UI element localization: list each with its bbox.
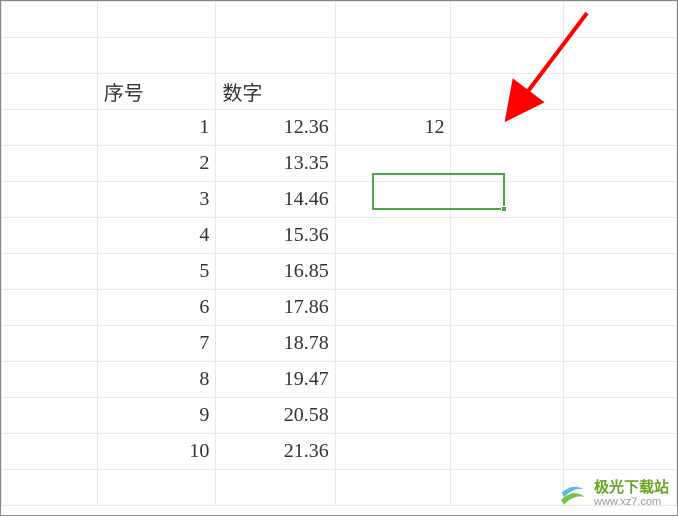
cell[interactable] <box>564 362 677 398</box>
cell-seq[interactable]: 7 <box>97 326 216 362</box>
cell[interactable] <box>564 2 677 38</box>
cell[interactable] <box>564 110 677 146</box>
cell[interactable] <box>564 74 677 110</box>
cell[interactable] <box>2 146 98 182</box>
cell[interactable] <box>97 2 216 38</box>
cell[interactable] <box>451 290 564 326</box>
cell[interactable] <box>564 326 677 362</box>
spreadsheet-grid[interactable]: 序号数字112.3612 213.35314.46415.36516.85617.… <box>1 1 677 506</box>
cell[interactable] <box>451 74 564 110</box>
cell-seq[interactable]: 5 <box>97 254 216 290</box>
cell[interactable] <box>2 362 98 398</box>
cell-seq[interactable]: 2 <box>97 146 216 182</box>
cell[interactable] <box>2 110 98 146</box>
cell[interactable] <box>335 146 451 182</box>
cell[interactable] <box>451 398 564 434</box>
cell-seq[interactable]: 1 <box>97 110 216 146</box>
cell[interactable] <box>97 38 216 74</box>
cell[interactable] <box>451 182 564 218</box>
cell[interactable] <box>2 398 98 434</box>
cell[interactable] <box>335 254 451 290</box>
cell-seq[interactable]: 10 <box>97 434 216 470</box>
cell[interactable] <box>564 398 677 434</box>
cell-seq[interactable]: 4 <box>97 218 216 254</box>
watermark: 极光下载站 www.xz7.com <box>558 479 669 509</box>
header-seq[interactable]: 序号 <box>97 74 216 110</box>
cell[interactable] <box>335 398 451 434</box>
cell[interactable] <box>451 362 564 398</box>
cell[interactable] <box>335 470 451 506</box>
cell[interactable] <box>97 470 216 506</box>
cell-val[interactable]: 13.35 <box>216 146 335 182</box>
cell[interactable] <box>564 254 677 290</box>
cell[interactable] <box>564 434 677 470</box>
cell[interactable] <box>335 218 451 254</box>
cell-val[interactable]: 14.46 <box>216 182 335 218</box>
watermark-logo-icon <box>558 479 588 509</box>
cell[interactable] <box>335 434 451 470</box>
cell-seq[interactable]: 9 <box>97 398 216 434</box>
cell[interactable] <box>216 2 335 38</box>
cell[interactable] <box>2 38 98 74</box>
cell[interactable] <box>2 182 98 218</box>
cell[interactable] <box>2 434 98 470</box>
cell[interactable] <box>451 470 564 506</box>
cell[interactable] <box>2 74 98 110</box>
cell[interactable] <box>451 434 564 470</box>
cell[interactable] <box>451 38 564 74</box>
cell[interactable] <box>335 326 451 362</box>
cell[interactable] <box>451 2 564 38</box>
cell[interactable] <box>2 290 98 326</box>
cell[interactable] <box>451 218 564 254</box>
cell[interactable] <box>564 182 677 218</box>
cell[interactable] <box>564 146 677 182</box>
cell-seq[interactable]: 6 <box>97 290 216 326</box>
cell-extra[interactable]: 12 <box>335 110 451 146</box>
cell[interactable] <box>564 38 677 74</box>
cell[interactable] <box>335 74 451 110</box>
cell-val[interactable]: 20.58 <box>216 398 335 434</box>
cell[interactable] <box>2 2 98 38</box>
cell[interactable] <box>2 218 98 254</box>
cell[interactable] <box>2 326 98 362</box>
cell[interactable] <box>451 254 564 290</box>
cell[interactable] <box>451 146 564 182</box>
cell[interactable] <box>335 2 451 38</box>
cell[interactable] <box>335 182 451 218</box>
cell-val[interactable]: 21.36 <box>216 434 335 470</box>
cell[interactable] <box>216 470 335 506</box>
cell-val[interactable]: 18.78 <box>216 326 335 362</box>
cell-val[interactable]: 17.86 <box>216 290 335 326</box>
cell[interactable] <box>2 470 98 506</box>
watermark-title: 极光下载站 <box>594 480 669 497</box>
cell-val[interactable]: 16.85 <box>216 254 335 290</box>
cell-val[interactable]: 19.47 <box>216 362 335 398</box>
cell[interactable] <box>335 38 451 74</box>
cell-val[interactable]: 15.36 <box>216 218 335 254</box>
watermark-url: www.xz7.com <box>594 496 669 508</box>
cell[interactable] <box>216 38 335 74</box>
cell[interactable] <box>451 110 564 146</box>
header-val[interactable]: 数字 <box>216 74 335 110</box>
cell[interactable] <box>564 290 677 326</box>
cell[interactable] <box>335 290 451 326</box>
cell[interactable] <box>564 218 677 254</box>
cell-seq[interactable]: 3 <box>97 182 216 218</box>
cell[interactable] <box>335 362 451 398</box>
cell[interactable] <box>2 254 98 290</box>
cell-seq[interactable]: 8 <box>97 362 216 398</box>
cell-val[interactable]: 12.36 <box>216 110 335 146</box>
cell[interactable] <box>451 326 564 362</box>
